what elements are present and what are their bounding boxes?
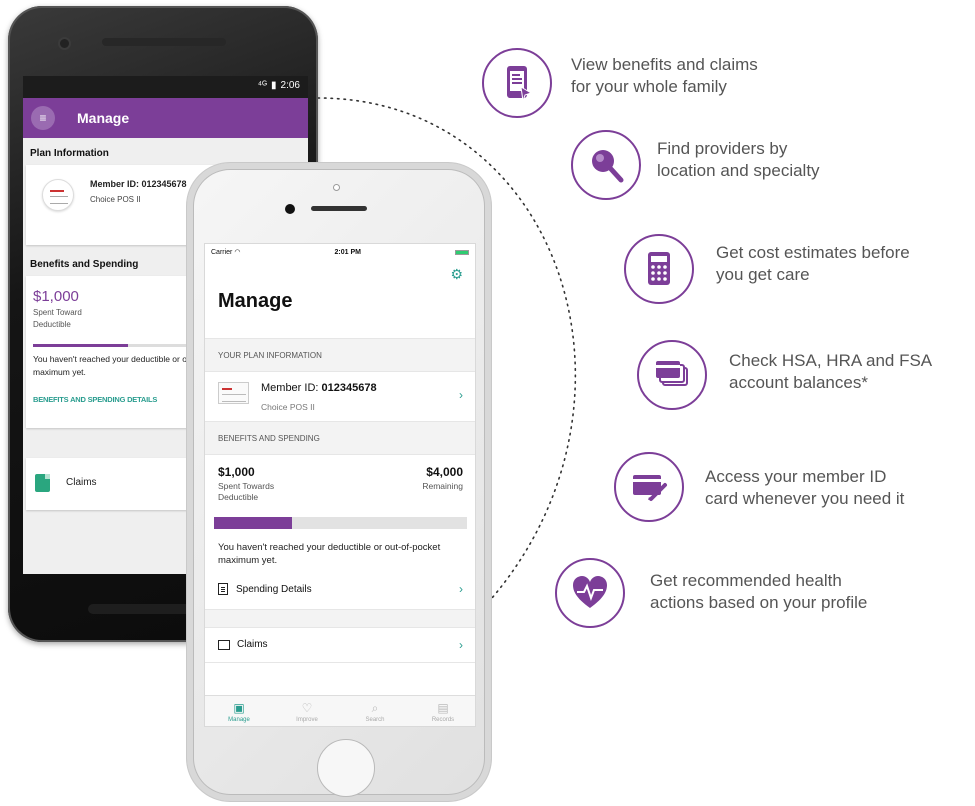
member-card-thumbnail xyxy=(218,382,249,404)
deductible-message: You haven't reached your deductible or o… xyxy=(218,542,441,566)
deductible-progress-fill xyxy=(214,517,293,529)
feature-text-benefits: View benefits and claims for your whole f… xyxy=(571,54,758,98)
heart-icon: ♡ xyxy=(301,701,313,715)
section-spacer xyxy=(205,609,475,627)
spending-details-label: Spending Details xyxy=(236,583,312,595)
calculator-icon xyxy=(624,234,694,304)
search-icon: ⌕ xyxy=(371,701,379,715)
deductible-progress-bar xyxy=(214,517,467,529)
iphone: Carrier ◠ 2:01 PM ⚙ Manage YOUR PLAN INF… xyxy=(186,162,492,802)
claims-label: Claims xyxy=(237,639,268,650)
signal-icon: ⁴ᴳ xyxy=(257,80,268,91)
iphone-screen: Carrier ◠ 2:01 PM ⚙ Manage YOUR PLAN INF… xyxy=(204,243,476,727)
feature-line: location and specialty xyxy=(657,161,820,180)
battery-icon: ▮ xyxy=(271,80,277,91)
iphone-earpiece xyxy=(311,206,367,211)
page-title: Manage xyxy=(218,290,293,312)
marketing-canvas: ⁴ᴳ ▮ 2:06 ≡ Manage Plan Information Member… xyxy=(0,0,975,806)
feature-line: for your whole family xyxy=(571,77,727,96)
chevron-right-icon: › xyxy=(459,638,463,652)
android-status-time: 2:06 xyxy=(280,80,300,91)
tab-search-label: Search xyxy=(365,717,385,723)
spent-label: Spent Towards Deductible xyxy=(218,481,275,502)
member-id-label: Member ID: xyxy=(261,382,322,394)
tab-manage[interactable]: ▣ Manage xyxy=(205,696,273,726)
feature-text-health-actions: Get recommended health actions based on y… xyxy=(650,570,867,614)
member-id: Member ID: 012345678 xyxy=(261,382,377,394)
feature-line: Get recommended health xyxy=(650,571,842,590)
feature-line: you get care xyxy=(716,265,810,284)
magnifier-icon xyxy=(571,130,641,200)
tab-search[interactable]: ⌕ Search xyxy=(341,696,409,726)
chevron-right-icon: › xyxy=(459,388,463,402)
claims-icon xyxy=(218,639,230,650)
document-icon xyxy=(218,583,228,595)
feature-text-providers: Find providers by location and specialty xyxy=(657,138,820,182)
feature-line: View benefits and claims xyxy=(571,55,758,74)
cards-icon xyxy=(637,340,707,410)
phone-document-icon xyxy=(482,48,552,118)
iphone-front-camera xyxy=(333,184,340,191)
android-status-bar: ⁴ᴳ ▮ 2:06 xyxy=(23,76,308,98)
spending-details-row[interactable]: Spending Details xyxy=(218,583,312,595)
android-member-id: Member ID: 012345678 xyxy=(90,179,187,189)
claims-icon xyxy=(35,474,50,492)
feature-text-id-card: Access your member ID card whenever you n… xyxy=(705,466,904,510)
plan-name: Choice POS II xyxy=(261,402,315,412)
settings-gear-icon[interactable]: ⚙ xyxy=(450,266,463,283)
iphone-time: 2:01 PM xyxy=(334,248,361,256)
iphone-carrier: Carrier xyxy=(211,249,233,256)
heart-pulse-icon xyxy=(555,558,625,628)
feature-line: Get cost estimates before xyxy=(716,243,910,262)
menu-icon[interactable]: ≡ xyxy=(31,106,55,130)
tab-records[interactable]: ▤ Records xyxy=(409,696,475,726)
android-camera xyxy=(58,37,71,50)
wifi-icon: ◠ xyxy=(234,249,241,256)
android-spent-label: Spent Toward Deductible xyxy=(33,308,82,329)
plan-info-row[interactable]: Member ID: 012345678 Choice POS II › xyxy=(205,371,475,421)
iphone-sensor xyxy=(285,204,295,214)
home-button[interactable] xyxy=(317,739,375,797)
id-card-icon xyxy=(614,452,684,522)
tab-improve[interactable]: ♡ Improve xyxy=(273,696,341,726)
feature-text-accounts: Check HSA, HRA and FSA account balances* xyxy=(729,350,932,394)
feature-line: Access your member ID xyxy=(705,467,887,486)
tab-records-label: Records xyxy=(431,717,455,723)
benefits-section-header: BENEFITS AND SPENDING xyxy=(205,421,475,454)
android-claims-label: Claims xyxy=(66,477,97,488)
android-plan-name: Choice POS II xyxy=(90,195,141,204)
battery-icon xyxy=(454,249,469,255)
feature-line: card whenever you need it xyxy=(705,489,905,508)
android-app-bar: ≡ Manage xyxy=(23,98,308,138)
feature-line: Check HSA, HRA and FSA xyxy=(729,351,933,370)
feature-line: actions based on your profile xyxy=(650,593,868,612)
android-progress-fill xyxy=(33,344,128,347)
tab-bar: ▣ Manage ♡ Improve ⌕ Search ▤ Records xyxy=(205,695,475,726)
tab-manage-label: Manage xyxy=(228,717,250,723)
spent-amount: $1,000 xyxy=(218,465,255,479)
member-card-thumbnail xyxy=(42,179,74,211)
android-speaker xyxy=(102,38,226,46)
manage-icon: ▣ xyxy=(233,701,245,715)
android-plan-section-title: Plan Information xyxy=(30,148,109,159)
iphone-status-bar: Carrier ◠ 2:01 PM xyxy=(205,244,475,260)
chevron-right-icon: › xyxy=(459,582,463,596)
feature-line: account balances* xyxy=(729,373,868,392)
feature-text-cost: Get cost estimates before you get care xyxy=(716,242,910,286)
claims-label-wrap: Claims xyxy=(218,639,268,650)
android-app-title: Manage xyxy=(77,110,130,126)
remaining-label: Remaining xyxy=(422,481,463,491)
plan-section-header: YOUR PLAN INFORMATION xyxy=(205,338,475,371)
remaining-amount: $4,000 xyxy=(426,465,463,479)
claims-row[interactable]: Claims › xyxy=(205,627,475,663)
benefits-panel: $1,000 Spent Towards Deductible $4,000 R… xyxy=(205,454,475,609)
feature-line: Find providers by xyxy=(657,139,788,158)
tab-improve-label: Improve xyxy=(296,717,318,723)
member-id-value: 012345678 xyxy=(321,382,377,394)
records-icon: ▤ xyxy=(437,701,449,715)
